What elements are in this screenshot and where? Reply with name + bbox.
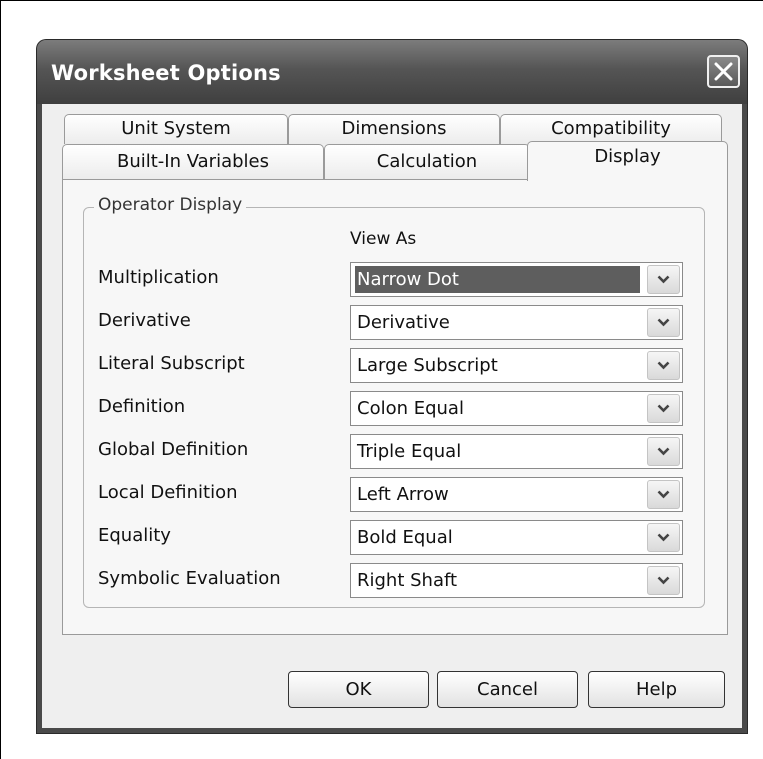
chevron-down-icon	[657, 490, 670, 499]
page-border-top	[0, 0, 763, 1]
label-literal-subscript: Literal Subscript	[98, 353, 245, 374]
label-derivative: Derivative	[98, 310, 191, 331]
tab-display[interactable]: Display	[527, 141, 728, 181]
tab-calculation[interactable]: Calculation	[324, 144, 530, 179]
help-button[interactable]: Help	[588, 671, 725, 708]
literal-subscript-select[interactable]: Large Subscript	[350, 348, 683, 383]
title-bar[interactable]: Worksheet Options	[37, 40, 747, 104]
select-value: Right Shaft	[357, 570, 458, 591]
chevron-down-icon	[657, 361, 670, 370]
cancel-button[interactable]: Cancel	[437, 671, 578, 708]
select-value: Derivative	[357, 312, 450, 333]
dropdown-button[interactable]	[647, 480, 680, 509]
tab-unit-system[interactable]: Unit System	[64, 114, 288, 144]
chevron-down-icon	[657, 576, 670, 585]
ok-button[interactable]: OK	[288, 671, 429, 708]
select-value: Left Arrow	[357, 484, 449, 505]
chevron-down-icon	[657, 404, 670, 413]
dropdown-button[interactable]	[647, 394, 680, 423]
definition-select[interactable]: Colon Equal	[350, 391, 683, 426]
tab-built-in-variables[interactable]: Built-In Variables	[62, 144, 324, 179]
local-definition-select[interactable]: Left Arrow	[350, 477, 683, 512]
dropdown-button[interactable]	[647, 437, 680, 466]
select-value: Bold Equal	[357, 527, 453, 548]
close-icon	[714, 62, 733, 81]
close-button[interactable]	[707, 55, 740, 88]
label-multiplication: Multiplication	[98, 267, 219, 288]
view-as-header: View As	[350, 229, 417, 249]
display-tab-panel: Operator Display View As Multiplication …	[62, 179, 728, 635]
dropdown-button[interactable]	[647, 523, 680, 552]
select-value: Narrow Dot	[355, 266, 640, 293]
multiplication-select[interactable]: Narrow Dot	[350, 262, 683, 297]
dialog-title: Worksheet Options	[51, 61, 281, 85]
tab-dimensions[interactable]: Dimensions	[288, 114, 500, 144]
page-border-left	[0, 0, 1, 759]
chevron-down-icon	[657, 447, 670, 456]
dropdown-button[interactable]	[647, 308, 680, 337]
select-value: Colon Equal	[357, 398, 464, 419]
equality-select[interactable]: Bold Equal	[350, 520, 683, 555]
chevron-down-icon	[657, 275, 670, 284]
label-equality: Equality	[98, 525, 171, 546]
dropdown-button[interactable]	[647, 265, 680, 294]
tab-compatibility[interactable]: Compatibility	[500, 114, 722, 144]
worksheet-options-dialog: Worksheet Options Unit System Dimensions…	[37, 40, 747, 733]
select-value: Large Subscript	[357, 355, 498, 376]
label-local-definition: Local Definition	[98, 482, 238, 503]
dropdown-button[interactable]	[647, 351, 680, 380]
group-title: Operator Display	[94, 195, 247, 215]
chevron-down-icon	[657, 533, 670, 542]
global-definition-select[interactable]: Triple Equal	[350, 434, 683, 469]
dialog-body: Unit System Dimensions Compatibility Bui…	[42, 104, 742, 728]
label-definition: Definition	[98, 396, 186, 417]
dropdown-button[interactable]	[647, 566, 680, 595]
label-global-definition: Global Definition	[98, 439, 249, 460]
label-symbolic-evaluation: Symbolic Evaluation	[98, 568, 281, 589]
select-value: Triple Equal	[357, 441, 462, 462]
chevron-down-icon	[657, 318, 670, 327]
derivative-select[interactable]: Derivative	[350, 305, 683, 340]
symbolic-evaluation-select[interactable]: Right Shaft	[350, 563, 683, 598]
